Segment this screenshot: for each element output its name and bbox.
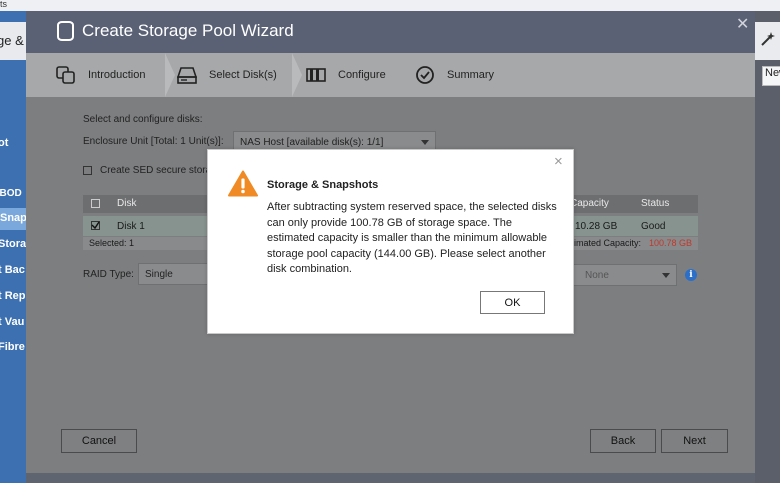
dialog-title: Storage & Snapshots xyxy=(267,179,379,191)
cancel-button[interactable]: Cancel xyxy=(61,429,137,453)
back-button[interactable]: Back xyxy=(590,429,656,453)
sidebar-item[interactable]: ot xyxy=(0,137,8,149)
configure-icon xyxy=(306,66,326,84)
dialog-close-icon[interactable]: × xyxy=(554,153,563,170)
step-separator xyxy=(292,53,302,97)
row-disk: Disk 1 xyxy=(117,221,145,232)
summary-check-icon xyxy=(415,66,435,84)
section-title: Select and configure disks: xyxy=(83,114,203,125)
magic-wand-icon[interactable] xyxy=(760,31,776,47)
sidebar-item[interactable]: t Rep xyxy=(0,290,26,302)
step-separator xyxy=(165,53,175,97)
sed-label: Create SED secure storag xyxy=(100,165,217,176)
selected-count: Selected: 1 xyxy=(89,238,135,248)
wizard-title: Create Storage Pool Wizard xyxy=(82,21,294,40)
sidebar-item-active[interactable]: Snap xyxy=(0,208,27,230)
column-disk: Disk xyxy=(117,198,137,209)
sidebar-item[interactable]: t Bac xyxy=(0,264,25,276)
row-status: Good xyxy=(641,221,666,232)
introduction-icon xyxy=(56,66,76,84)
wizard-header: Create Storage Pool Wizard ✕ xyxy=(26,11,755,53)
storage-snapshots-dialog: × Storage & Snapshots After subtracting … xyxy=(207,149,574,334)
background-sidebar-header: ge & xyxy=(0,22,26,60)
warning-icon xyxy=(228,170,258,197)
new-button[interactable]: New xyxy=(762,66,780,86)
ok-button[interactable]: OK xyxy=(480,291,545,314)
next-button[interactable]: Next xyxy=(661,429,728,453)
step-summary: Summary xyxy=(415,53,494,97)
select-all-checkbox[interactable] xyxy=(91,199,100,208)
row-checkbox[interactable] xyxy=(91,221,100,230)
estimated-capacity-value: 100.78 GB xyxy=(649,238,693,248)
spare-disk-select[interactable]: None xyxy=(573,264,677,286)
background-topbar: ts xyxy=(0,0,780,11)
storage-pool-icon xyxy=(57,21,74,41)
enclosure-label: Enclosure Unit [Total: 1 Unit(s)]: xyxy=(83,136,224,147)
wizard-steps: Introduction Select Disk(s) Configure Su… xyxy=(26,53,755,97)
sidebar-item[interactable]: Stora xyxy=(0,238,26,250)
chevron-down-icon xyxy=(421,140,429,145)
check-icon xyxy=(91,221,100,230)
step-configure: Configure xyxy=(306,53,386,97)
row-capacity: 10.28 GB xyxy=(575,221,618,232)
wizard-close-icon[interactable]: ✕ xyxy=(736,14,749,34)
sidebar-item[interactable]: Fibre xyxy=(0,341,25,353)
sed-checkbox[interactable] xyxy=(83,166,92,175)
column-capacity: Capacity xyxy=(570,198,609,209)
sidebar-item[interactable]: JBOD xyxy=(0,188,22,199)
raid-type-select[interactable]: Single xyxy=(138,263,210,285)
disk-icon xyxy=(177,66,197,84)
background-right-toolbar xyxy=(755,22,780,60)
column-status: Status xyxy=(641,198,670,209)
dialog-message: After subtracting system reserved space,… xyxy=(267,201,557,275)
step-select-disks: Select Disk(s) xyxy=(177,53,277,97)
chevron-down-icon xyxy=(662,273,670,278)
raid-type-label: RAID Type: xyxy=(83,269,134,280)
info-icon[interactable]: i xyxy=(685,269,697,281)
sidebar-item[interactable]: t Vau xyxy=(0,316,24,328)
step-introduction: Introduction xyxy=(56,53,145,97)
estimated-capacity-label: stimated Capacity: xyxy=(567,238,642,248)
